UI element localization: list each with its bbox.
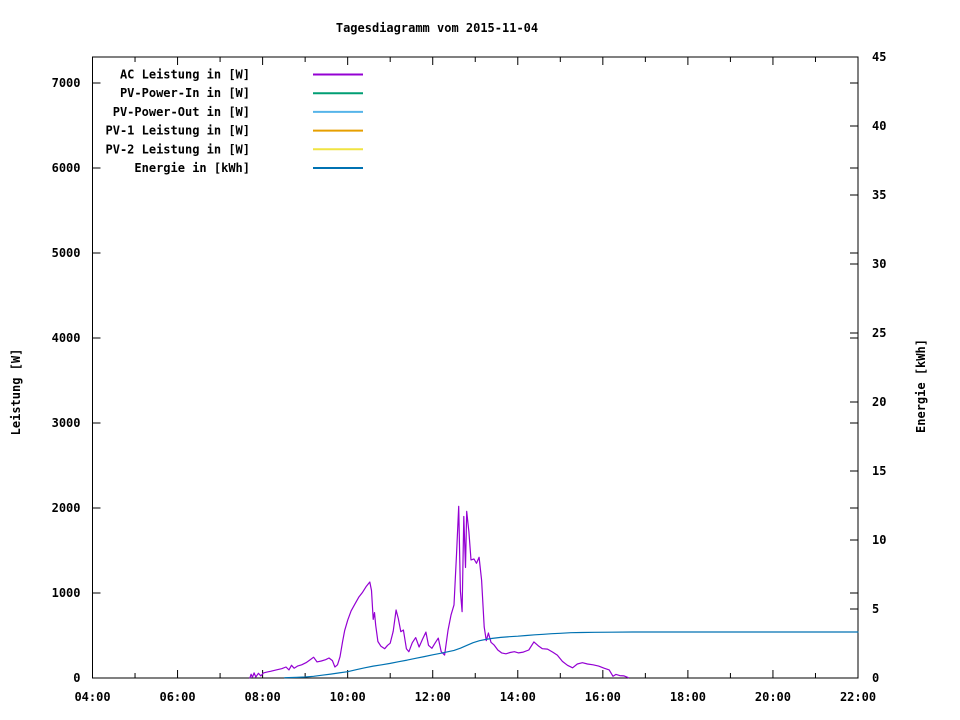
y2-axis-tick-label: 10: [872, 533, 886, 547]
plot-area: 04:00 06:00 08:00 10:00 12:00 14:00 16:00 18:00…: [52, 50, 887, 704]
x-axis-tick-label: 14:00: [500, 690, 536, 704]
y2-axis-tick-label: 20: [872, 395, 886, 409]
y2-axis-tick-label: 40: [872, 119, 886, 133]
y1-axis-tick-label: 5000: [52, 246, 81, 260]
chart-canvas: Tagesdiagramm vom 2015-11-04 Leistung [W…: [0, 0, 960, 720]
legend-label: PV-1 Leistung in [W]: [106, 124, 251, 138]
series-line-ac-leistung-in-w: [249, 505, 630, 679]
legend-label: PV-Power-Out in [W]: [113, 105, 250, 119]
x-axis-tick-label: 12:00: [415, 690, 451, 704]
x-axis-tick-label: 10:00: [330, 690, 366, 704]
legend-label: Energie in [kWh]: [134, 161, 250, 175]
series-line-energie-in-kwh: [284, 631, 859, 679]
y2-axis-tick-label: 15: [872, 464, 886, 478]
x-axis-tick-label: 08:00: [245, 690, 281, 704]
y2-axis-tick-label: 30: [872, 257, 886, 271]
y2-axis-tick-label: 35: [872, 188, 886, 202]
x-axis-tick-label: 16:00: [585, 690, 621, 704]
x-axis-tick-label: 04:00: [74, 690, 110, 704]
y1-axis-tick-label: 3000: [52, 416, 81, 430]
y2-axis-tick-label: 25: [872, 326, 886, 340]
y1-axis-tick-label: 4000: [52, 331, 81, 345]
y1-axis-tick-label: 0: [73, 671, 80, 685]
legend-label: PV-2 Leistung in [W]: [106, 142, 251, 156]
y2-axis-tick-label: 5: [872, 602, 879, 616]
y2-axis-tick-label: 45: [872, 50, 886, 64]
x-axis-tick-label: 20:00: [755, 690, 791, 704]
y1-axis-tick-label: 2000: [52, 501, 81, 515]
legend-label: PV-Power-In in [W]: [120, 86, 250, 100]
x-axis-tick-label: 18:00: [670, 690, 706, 704]
legend-label: AC Leistung in [W]: [120, 68, 250, 82]
y1-axis-tick-label: 6000: [52, 161, 81, 175]
x-axis-tick-label: 22:00: [840, 690, 876, 704]
y2-axis-tick-label: 0: [872, 671, 879, 685]
y1-axis-tick-label: 7000: [52, 76, 81, 90]
y1-axis-tick-label: 1000: [52, 586, 81, 600]
x-axis-tick-label: 06:00: [159, 690, 195, 704]
